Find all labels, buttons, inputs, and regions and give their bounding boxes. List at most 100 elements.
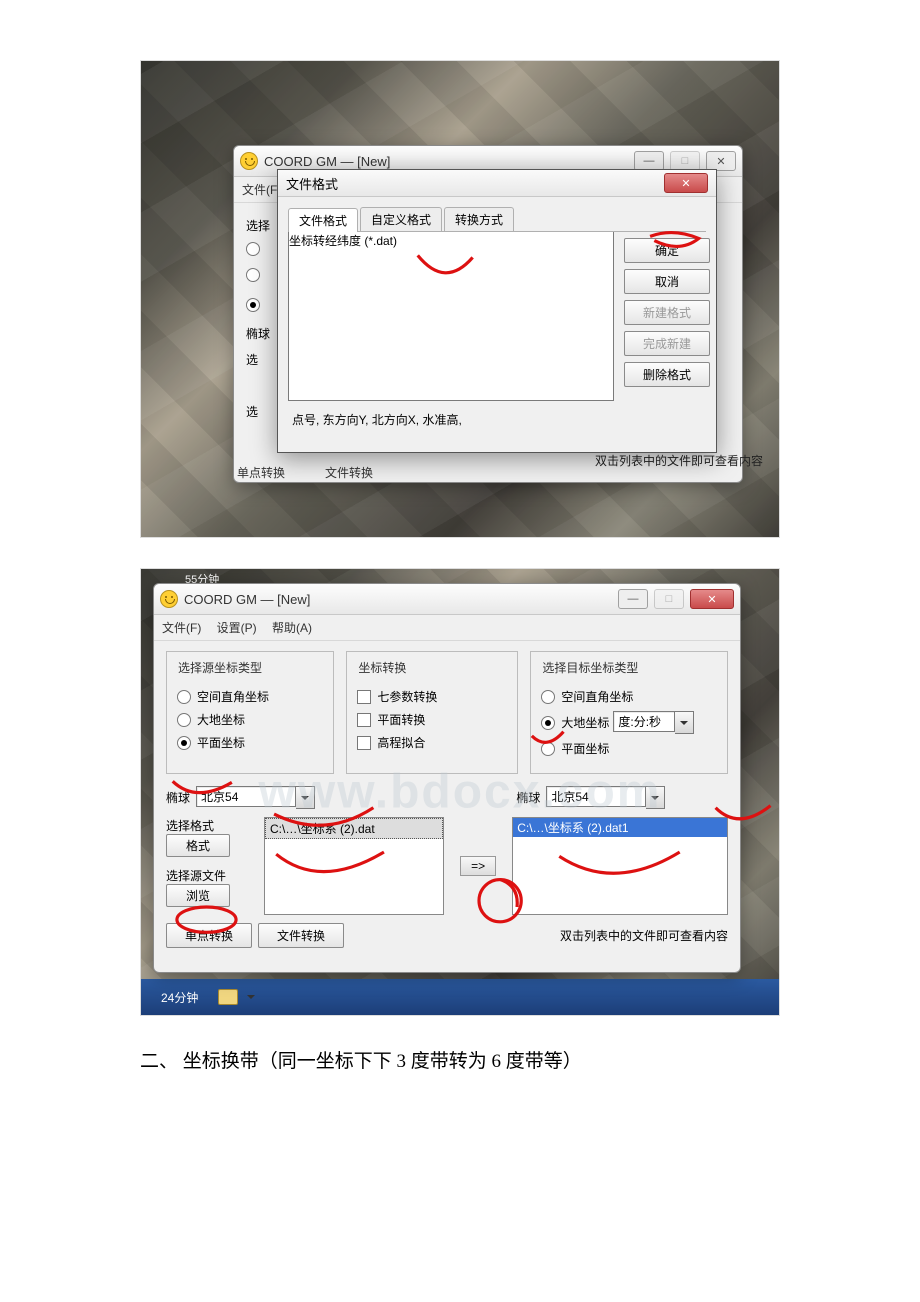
ok-button[interactable]: 确定 [624,238,710,263]
minimize-button[interactable]: — [618,589,648,609]
menu-file[interactable]: 文件(F) [162,621,201,635]
label: 平面转换 [377,711,425,728]
close-button[interactable]: ✕ [706,151,736,171]
menu-file[interactable]: 文件(F) [242,183,281,197]
target-ellipsoid-combo[interactable]: 北京54 [546,786,665,809]
dialog-buttons: 确定 取消 新建格式 完成新建 删除格式 [624,232,706,401]
window-title: COORD GM — [New] [264,154,390,169]
radio-plane[interactable] [177,736,191,750]
conversion-group: 坐标转换 七参数转换 平面转换 高程拟合 [346,651,518,774]
chevron-down-icon[interactable] [646,786,665,809]
format-label: 选择格式 [166,817,252,834]
list-item[interactable]: C:\…\坐标系 (2).dat [265,818,443,839]
legend: 选择目标坐标类型 [539,659,641,676]
label: 选 [246,405,258,419]
menu-help[interactable]: 帮助(A) [272,621,312,635]
label: 大地坐标 [561,714,609,731]
check-elevation[interactable] [357,736,371,750]
file-format-dialog: 文件格式 ✕ 文件格式 自定义格式 转换方式 坐标转经纬度 (*.dat) 确定… [277,169,717,453]
format-item[interactable]: 坐标转经纬度 (*.dat) [289,232,613,249]
chevron-down-icon[interactable] [244,990,258,1004]
single-convert-button[interactable]: 单点转换 [166,923,252,948]
screenshot-2: www.bdocx.com 55分钟 COORD GM — [New] — □ … [140,568,780,1016]
new-format-button[interactable]: 新建格式 [624,300,710,325]
label: 七参数转换 [377,688,437,705]
ellipsoid-label-t: 椭球 [516,789,540,806]
taskbar-time: 24分钟 [161,989,198,1006]
maximize-button[interactable]: □ [670,151,700,171]
minimize-button[interactable]: — [634,151,664,171]
label: 空间直角坐标 [561,688,633,705]
screenshot-1: COORD GM — [New] — □ ✕ 文件(F) 选择 椭球 选 选 [140,60,780,538]
tab-strip: 文件格式 自定义格式 转换方式 [288,207,706,232]
legend: 坐标转换 [355,659,409,676]
browse-button[interactable]: 浏览 [166,884,230,907]
bottom-row: 单点转换 文件转换 双击列表中的文件即可查看内容 [166,923,728,948]
radio[interactable] [246,298,260,312]
titlebar: COORD GM — [New] — □ ✕ [154,584,740,615]
dialog-titlebar: 文件格式 ✕ [278,170,716,197]
chevron-down-icon[interactable] [296,786,315,809]
format-columns-info: 点号, 东方向Y, 北方向X, 水准高, [278,411,716,438]
radio-geodetic-t[interactable] [541,716,555,730]
check-seven-param[interactable] [357,690,371,704]
legend: 选择源坐标类型 [175,659,265,676]
label: 大地坐标 [197,711,245,728]
source-file-list[interactable]: C:\…\坐标系 (2).dat [264,817,444,915]
radio-space-xyz-t[interactable] [541,690,555,704]
source-type-group: 选择源坐标类型 空间直角坐标 大地坐标 平面坐标 [166,651,334,774]
radio-geodetic[interactable] [177,713,191,727]
list-hint: 双击列表中的文件即可查看内容 [560,927,728,944]
taskbar: 24分钟 [141,979,779,1015]
combo-value: 北京54 [546,786,646,807]
finish-new-button[interactable]: 完成新建 [624,331,710,356]
ellipsoid-label: 椭球 [166,789,190,806]
app-icon [240,152,258,170]
radio[interactable] [246,242,260,256]
delete-format-button[interactable]: 删除格式 [624,362,710,387]
label: 选择 [246,219,270,233]
list-item[interactable]: C:\…\坐标系 (2).dat1 [513,818,727,837]
format-button[interactable]: 格式 [166,834,230,857]
label: 平面坐标 [561,740,609,757]
source-ellipsoid-combo[interactable]: 北京54 [196,786,315,809]
dms-format-combo[interactable]: 度:分:秒 [613,711,694,734]
ellipsoid-label: 椭球 [246,327,270,341]
window-controls: — □ ✕ [618,589,734,609]
target-type-group: 选择目标坐标类型 空间直角坐标 大地坐标 度:分:秒 平面坐标 [530,651,728,774]
combo-value: 度:分:秒 [613,711,675,732]
combo-value: 北京54 [196,786,296,807]
radio-plane-t[interactable] [541,742,555,756]
file-convert-button[interactable]: 文件转换 [258,923,344,948]
menu-bar: 文件(F) 设置(P) 帮助(A) [154,615,740,641]
btn-single[interactable]: 单点转换 [237,464,285,481]
menu-settings[interactable]: 设置(P) [217,621,257,635]
chevron-down-icon[interactable] [675,711,694,734]
srcfile-label: 选择源文件 [166,867,252,884]
dialog-title: 文件格式 [286,174,338,193]
app-icon [160,590,178,608]
label: 空间直角坐标 [197,688,269,705]
bottom-buttons: 单点转换 文件转换 [237,464,373,481]
check-plane[interactable] [357,713,371,727]
dialog-close-button[interactable]: ✕ [664,173,708,193]
tab-convert-method[interactable]: 转换方式 [444,207,514,231]
radio-space-xyz[interactable] [177,690,191,704]
label: 高程拟合 [377,734,425,751]
close-button[interactable]: ✕ [690,589,734,609]
label: 平面坐标 [197,734,245,751]
btn-file[interactable]: 文件转换 [325,464,373,481]
convert-arrow-button[interactable]: => [460,856,496,876]
tab-custom-format[interactable]: 自定义格式 [360,207,442,231]
radio[interactable] [246,268,260,282]
folder-icon[interactable] [218,989,238,1005]
window-controls: — □ ✕ [634,151,736,171]
tab-file-format[interactable]: 文件格式 [288,208,358,232]
status-hint: 双击列表中的文件即可查看内容 [595,452,763,469]
target-file-list[interactable]: C:\…\坐标系 (2).dat1 [512,817,728,915]
format-list[interactable]: 坐标转经纬度 (*.dat) [288,232,614,401]
main-window: COORD GM — [New] — □ ✕ 文件(F) 设置(P) 帮助(A)… [153,583,741,973]
maximize-button[interactable]: □ [654,589,684,609]
cancel-button[interactable]: 取消 [624,269,710,294]
window-title: COORD GM — [New] [184,592,310,607]
